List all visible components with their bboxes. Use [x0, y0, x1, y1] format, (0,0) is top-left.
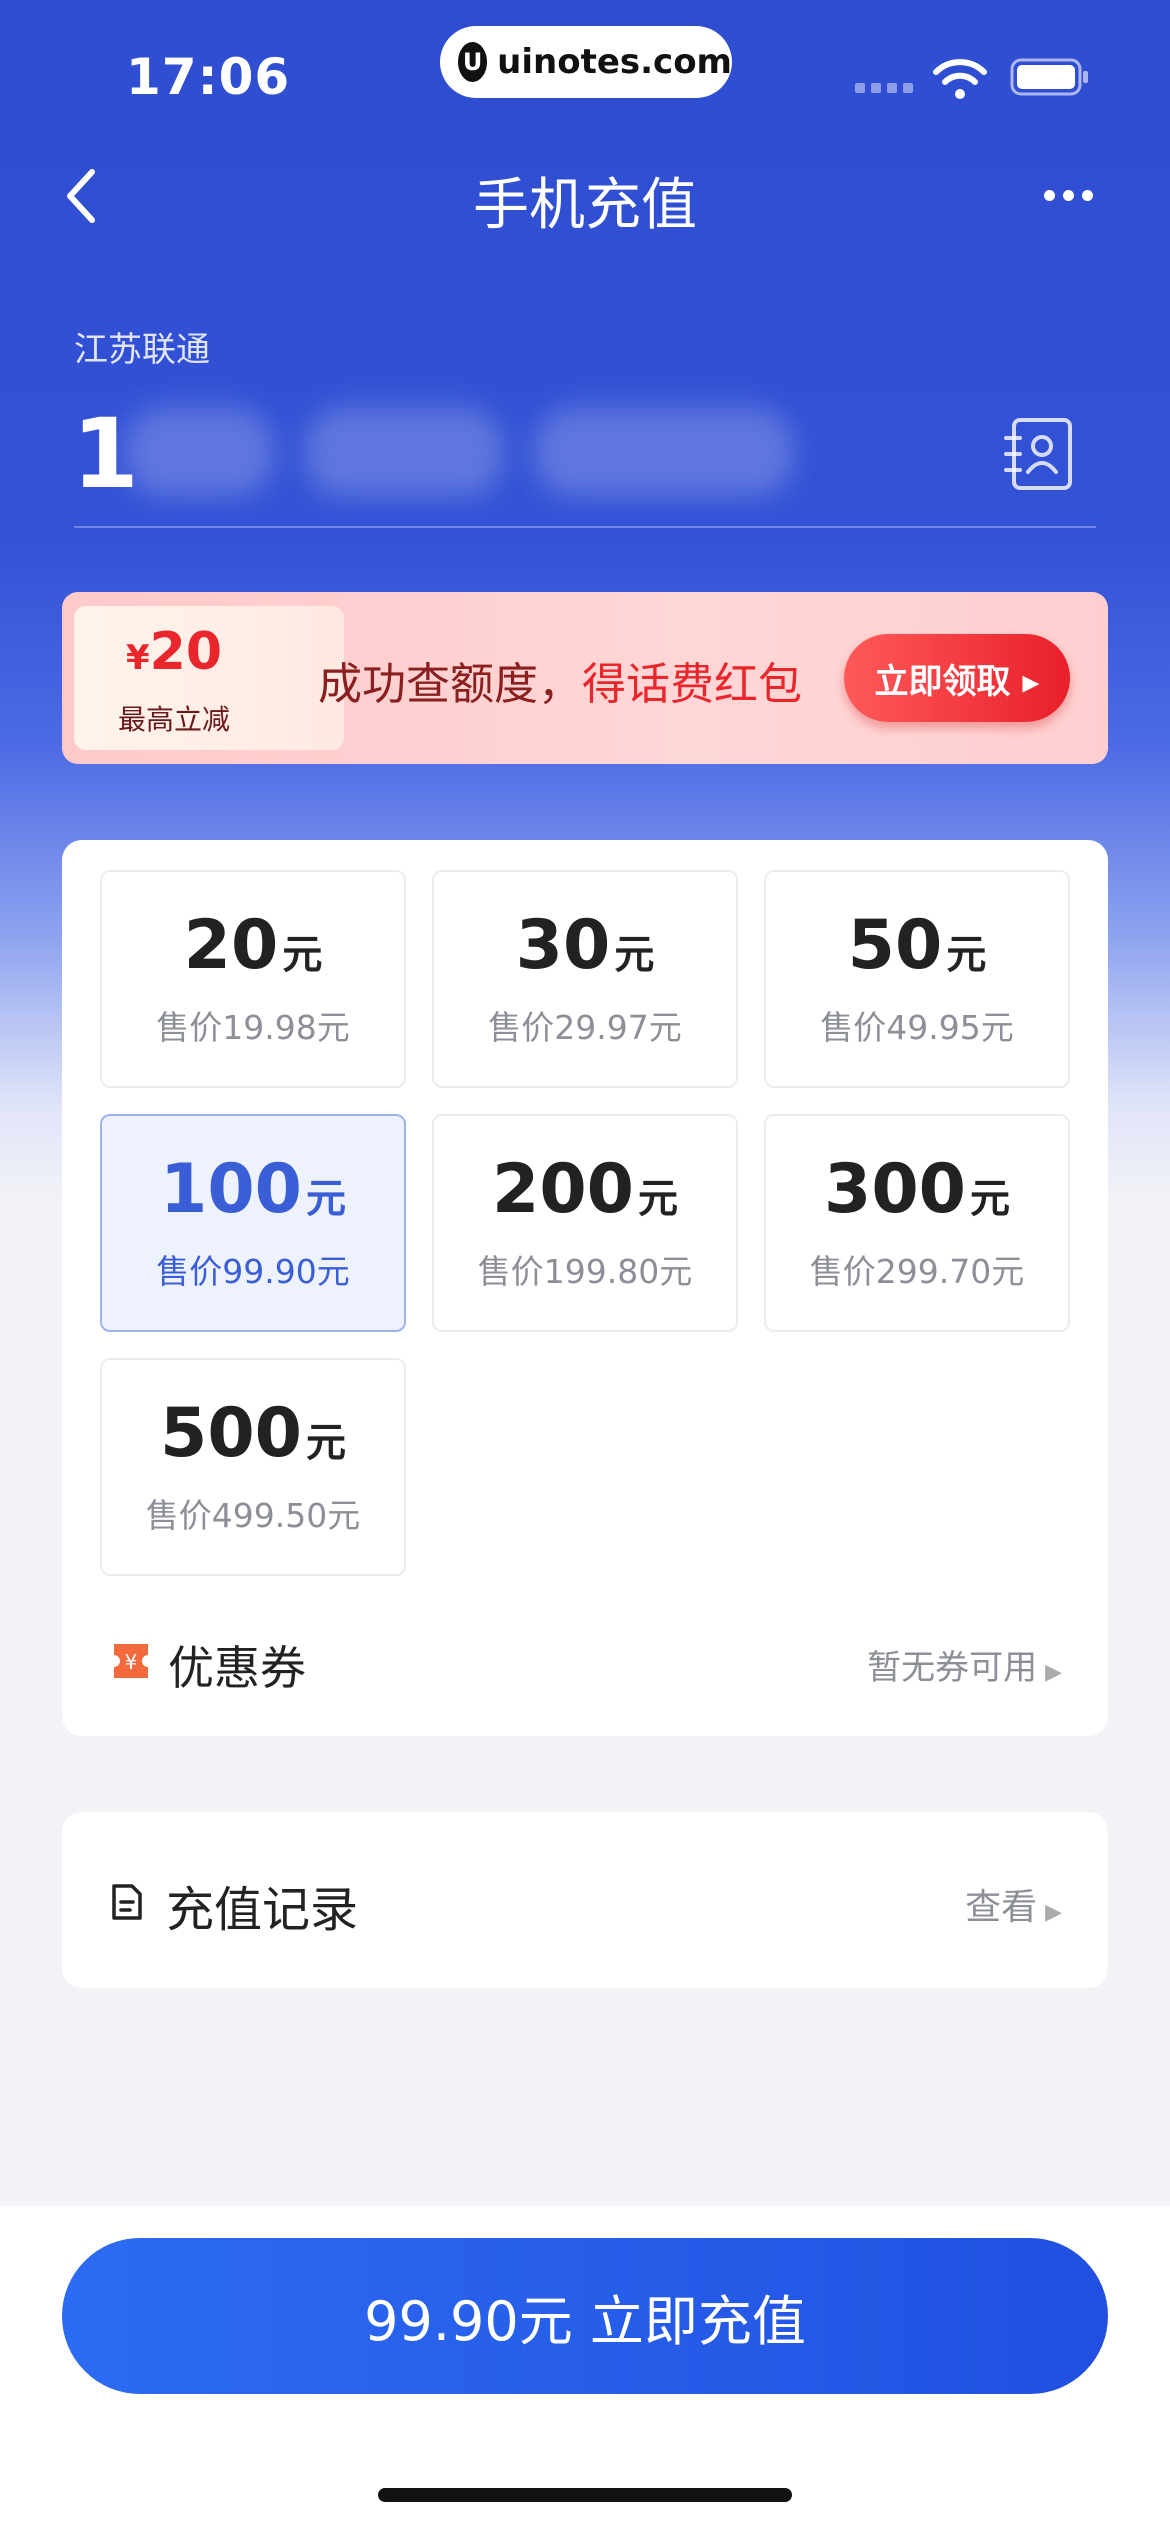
promo-text: 成功查额度，得话费红包 [318, 659, 802, 710]
recharge-options-card: 20 元 售价19.98元 30 元 售价29.97元 50 元 售价49.95元 1… [62, 840, 1108, 1736]
battery-icon [1010, 58, 1088, 96]
coupon-status-link[interactable]: 暂无券可用 ▶ [867, 1640, 1062, 1689]
chevron-right-icon: ▶ [1045, 1660, 1062, 1685]
carrier-label: 江苏联通 [74, 330, 210, 370]
option-200[interactable]: 200 元 售价199.80元 [432, 1114, 738, 1332]
option-100[interactable]: 100 元 售价99.90元 [100, 1114, 406, 1332]
option-500[interactable]: 500 元 售价499.50元 [100, 1358, 406, 1576]
home-indicator [378, 2488, 792, 2502]
option-50[interactable]: 50 元 售价49.95元 [764, 870, 1070, 1088]
url-host: uinotes.com [497, 42, 732, 82]
chevron-right-icon: ▶ [1045, 1900, 1062, 1925]
status-time: 17:06 [126, 48, 291, 106]
record-label: 充值记录 [166, 1882, 359, 1938]
phone-underline [74, 526, 1096, 528]
coupon-label: 优惠券 [168, 1641, 306, 1695]
svg-text:¥: ¥ [125, 1650, 138, 1674]
more-icon[interactable] [1044, 186, 1101, 205]
cellular-signal-icon [855, 78, 919, 97]
promo-amount: ¥20 [125, 622, 223, 682]
option-30[interactable]: 30 元 售价29.97元 [432, 870, 738, 1088]
document-icon [112, 1884, 142, 1920]
option-20[interactable]: 20 元 售价19.98元 [100, 870, 406, 1088]
contacts-book-icon[interactable] [1004, 416, 1074, 492]
pay-button[interactable]: 99.90元 立即充值 [62, 2238, 1108, 2394]
url-pill[interactable]: U uinotes.com [440, 26, 732, 98]
page-title: 手机充值 [473, 173, 697, 238]
coupon-icon: ¥ [114, 1644, 148, 1678]
site-logo-icon: U [458, 42, 488, 82]
phone-number-blurred [124, 396, 804, 508]
recharge-record-row[interactable]: 充值记录 查看 ▶ [62, 1812, 1108, 1988]
promo-banner[interactable]: ¥20 最高立减 成功查额度，得话费红包 立即领取 ▸ [62, 592, 1108, 764]
option-300[interactable]: 300 元 售价299.70元 [764, 1114, 1070, 1332]
promo-amount-caption: 最高立减 [117, 703, 230, 736]
wifi-icon [933, 59, 987, 99]
record-view-link[interactable]: 查看 ▶ [965, 1878, 1062, 1930]
promo-ticket: ¥20 最高立减 [74, 606, 362, 750]
claim-button[interactable]: 立即领取 ▸ [844, 634, 1070, 722]
